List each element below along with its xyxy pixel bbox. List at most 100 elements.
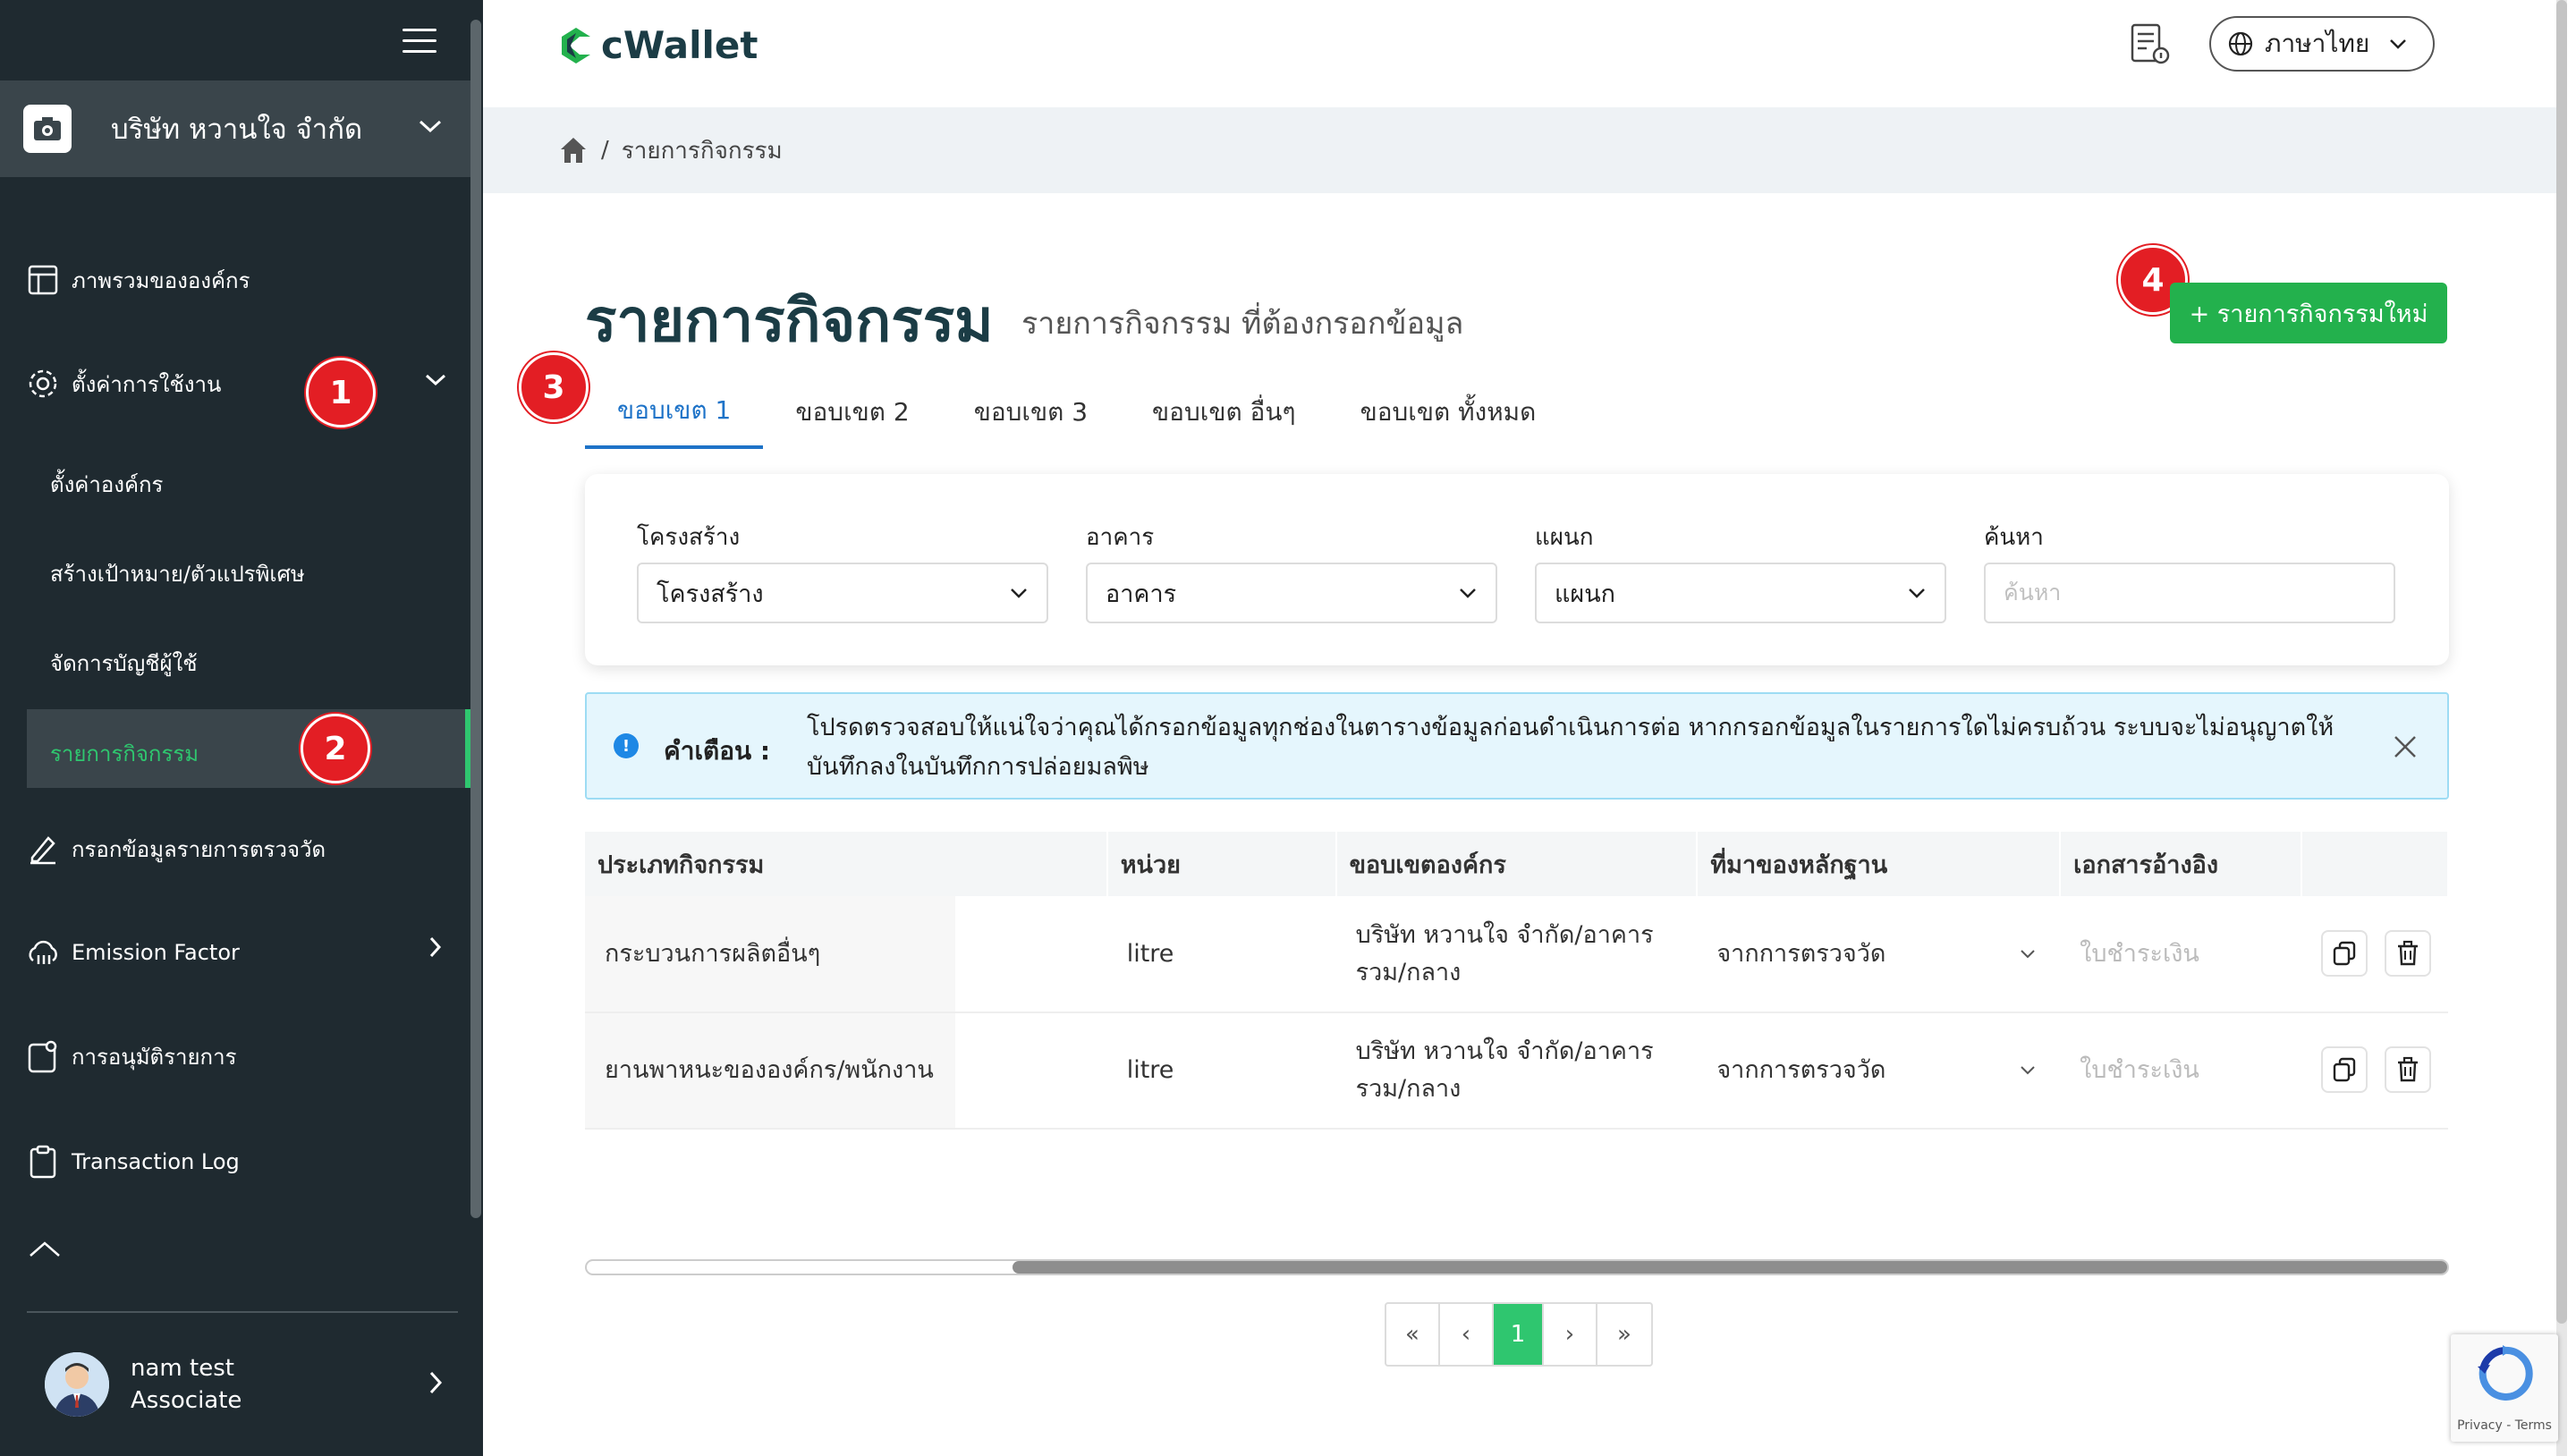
column-header: ประเภทกิจกรรม (585, 832, 1108, 896)
table-horizontal-scrollbar[interactable] (585, 1259, 2449, 1275)
next-page-button[interactable]: › (1544, 1304, 1597, 1365)
new-activity-button[interactable]: + รายการกิจกรรมใหม่ (2170, 283, 2447, 343)
tab-scope-2[interactable]: ขอบเขต 2 (763, 376, 941, 449)
sidebar-item-emission-factor[interactable]: Emission Factor (0, 932, 470, 973)
breadcrumb-current: รายการกิจกรรม (621, 137, 783, 165)
hamburger-menu-icon[interactable] (402, 29, 436, 54)
sidebar-item-transaction-log[interactable]: Transaction Log (0, 1141, 470, 1182)
select-value: โครงสร้าง (657, 580, 764, 608)
language-selector[interactable]: ภาษาไทย (2209, 16, 2435, 72)
company-name: บริษัท หวานใจ จำกัด (111, 114, 363, 146)
sidebar-item-settings[interactable]: ตั้งค่าการใช้งาน (0, 363, 470, 404)
sidebar-subitem-activities[interactable]: รายการกิจกรรม (27, 709, 470, 788)
first-page-button[interactable]: « (1386, 1304, 1440, 1365)
sidebar-item-label: Emission Factor (72, 940, 240, 965)
logo-text: cWallet (601, 23, 758, 67)
chevron-down-icon (1460, 588, 1476, 598)
department-select[interactable]: แผนก (1535, 563, 1946, 623)
user-profile[interactable]: nam test Associate (45, 1352, 242, 1417)
activity-table: ประเภทกิจกรรม หน่วย ขอบเขตองค์กร ที่มาขอ… (585, 832, 2449, 1130)
copy-button[interactable] (2321, 929, 2368, 977)
chevron-down-icon (424, 368, 447, 394)
approval-icon (25, 1038, 61, 1074)
sidebar-item-approval[interactable]: การอนุมัติรายการ (0, 1036, 470, 1077)
filter-label: โครงสร้าง (637, 524, 741, 551)
table-row: ยานพาหนะขององค์กร/พนักงาน litre บริษัท ห… (585, 1012, 2448, 1130)
select-value: อาคาร (1106, 580, 1177, 608)
recaptcha-badge[interactable]: Privacy - Terms (2451, 1334, 2558, 1442)
camera-icon (23, 105, 72, 153)
company-selector[interactable]: บริษัท หวานใจ จำกัด (0, 80, 470, 177)
sidebar-item-overview[interactable]: ภาพรวมขององค์กร (0, 259, 470, 301)
cell-unit: litre (1106, 896, 1336, 1013)
cell-scope: บริษัท หวานใจ จำกัด/อาคารรวม/กลาง (1335, 1012, 1698, 1130)
filter-search: ค้นหา ค้นหา (1984, 519, 2395, 623)
app-logo[interactable]: cWallet (558, 23, 758, 67)
gear-icon (25, 366, 61, 402)
sidebar-subitem-targets[interactable]: สร้างเป้าหมาย/ตัวแปรพิเศษ (50, 556, 305, 591)
copy-button[interactable] (2321, 1046, 2368, 1093)
filter-card: โครงสร้าง โครงสร้าง อาคาร อาคาร แผนก แผน… (585, 474, 2449, 665)
scrollbar-thumb[interactable] (1013, 1261, 2447, 1274)
pencil-icon (25, 831, 61, 867)
current-page-button[interactable]: 1 (1494, 1304, 1544, 1365)
select-value: แผนก (1555, 580, 1616, 608)
tab-scope-other[interactable]: ขอบเขต อื่นๆ (1120, 376, 1328, 449)
prev-page-button[interactable]: ‹ (1440, 1304, 1494, 1365)
source-value: จากการตรวจวัด (1716, 939, 1886, 968)
copy-icon (2333, 1057, 2356, 1082)
delete-button[interactable] (2384, 929, 2431, 977)
sidebar-scrollbar[interactable] (470, 20, 481, 1218)
structure-select[interactable]: โครงสร้าง (637, 563, 1048, 623)
tab-scope-1[interactable]: ขอบเขต 1 (585, 376, 764, 449)
building-select[interactable]: อาคาร (1086, 563, 1497, 623)
recaptcha-text: Privacy - Terms (2457, 1418, 2552, 1433)
page-title: รายการกิจกรรม (585, 286, 994, 355)
step-badge-2: 2 (301, 714, 370, 783)
filter-label: ค้นหา (1984, 524, 2044, 551)
last-page-button[interactable]: » (1597, 1304, 1651, 1365)
table-row: กระบวนการผลิตอื่นๆ litre บริษัท หวานใจ จ… (585, 896, 2448, 1013)
delete-button[interactable] (2384, 1046, 2431, 1093)
sidebar-item-label: กรอกข้อมูลรายการตรวจวัด (72, 836, 326, 862)
cell-source[interactable]: จากการตรวจวัด (1697, 1012, 2061, 1130)
filter-building: อาคาร อาคาร (1086, 519, 1497, 623)
alert-title: คำเตือน : (664, 736, 771, 766)
user-name: nam test (131, 1355, 234, 1382)
trash-icon (2397, 1056, 2418, 1082)
sidebar-item-measurement[interactable]: กรอกข้อมูลรายการตรวจวัด (0, 828, 470, 869)
cell-source[interactable]: จากการตรวจวัด (1697, 896, 2061, 1013)
chevron-down-icon (417, 116, 470, 141)
sidebar-subitem-users[interactable]: จัดการบัญชีผู้ใช้ (50, 646, 198, 681)
document-info-icon[interactable] (2127, 21, 2172, 66)
sidebar-item-label: ภาพรวมขององค์กร (72, 267, 250, 293)
column-header: หน่วย (1106, 832, 1337, 896)
language-label: ภาษาไทย (2265, 29, 2370, 58)
home-icon[interactable] (558, 135, 589, 165)
cell-doc-input[interactable]: ใบชำระเงิน (2060, 896, 2302, 1013)
close-icon[interactable] (2392, 724, 2419, 770)
sidebar-item-label: Transaction Log (72, 1149, 240, 1174)
trash-icon (2397, 940, 2418, 965)
cell-scope: บริษัท หวานใจ จำกัด/อาคารรวม/กลาง (1335, 896, 1698, 1013)
filter-label: อาคาร (1086, 524, 1155, 551)
tab-scope-all[interactable]: ขอบเขต ทั้งหมด (1328, 376, 1569, 449)
table-header-row: ประเภทกิจกรรม หน่วย ขอบเขตองค์กร ที่มาขอ… (585, 832, 2449, 896)
chevron-right-icon[interactable] (428, 1370, 444, 1402)
page-subtitle: รายการกิจกรรม ที่ต้องกรอกข้อมูล (1021, 306, 1464, 342)
column-header: เอกสารอ้างอิง (2060, 832, 2303, 896)
cell-doc-input[interactable]: ใบชำระเงิน (2060, 1012, 2302, 1130)
top-header: cWallet ภาษาไทย (483, 0, 2576, 107)
column-header: ขอบเขตองค์กร (1335, 832, 1699, 896)
tab-scope-3[interactable]: ขอบเขต 3 (942, 376, 1120, 449)
chevron-right-icon (428, 935, 444, 964)
globe-icon (2228, 31, 2253, 56)
cell-activity-type: ยานพาหนะขององค์กร/พนักงาน (585, 1012, 955, 1130)
filter-label: แผนก (1535, 524, 1594, 551)
recaptcha-icon (2478, 1345, 2533, 1401)
search-input[interactable]: ค้นหา (1984, 563, 2395, 623)
alert-body: โปรดตรวจสอบให้แน่ใจว่าคุณได้กรอกข้อมูลทุ… (807, 714, 2334, 781)
page-scrollbar-thumb[interactable] (2556, 0, 2567, 1324)
sidebar-subitem-org-settings[interactable]: ตั้งค่าองค์กร (50, 467, 163, 502)
layout-icon (25, 262, 61, 298)
